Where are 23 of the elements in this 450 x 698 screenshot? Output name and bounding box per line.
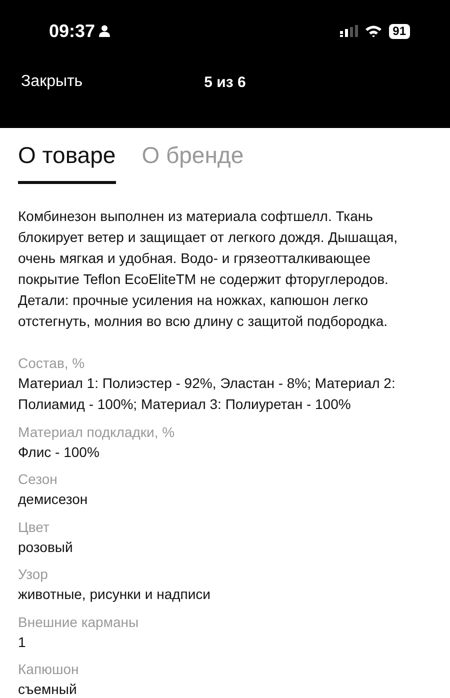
wifi-icon (364, 25, 382, 37)
attribute-label: Капюшон (18, 660, 80, 679)
attribute-value: животные, рисунки и надписи (18, 585, 212, 604)
page-counter: 5 из 6 (204, 74, 246, 90)
attribute-value: Материал 1: Полиэстер - 92%, Эластан - 8%; Материал 2: Полиамид - 100%; Материал 3: Полиуретан - 100% (18, 374, 396, 414)
battery-indicator: 91 (388, 24, 410, 38)
attribute-value: Флис - 100% (18, 442, 100, 462)
attribute-label: Внешние карманы (18, 612, 140, 632)
attribute-label: Сезон (18, 470, 58, 489)
attribute-label: Цвет (18, 518, 50, 536)
description-text: Комбинезон выполнен из материала софтшелл. Ткань блокирует ветер и защищает от легкого дождя. Дышащая, очень мягкая и удобная. Водо- и грязеотталкивающее покрытие Teflon EcoEliteTM не содержит фторуглеродов. Детали: прочные усиления на ножках, капюшон легко отстегнуть, молния во всю длину с защитой подбородка. (18, 207, 398, 331)
close-button[interactable]: Закрыть (21, 73, 83, 91)
attribute-label: Узор (18, 565, 49, 584)
attribute-label: Материал подкладки, % (18, 422, 176, 442)
status-time: 09:37 (49, 20, 96, 42)
attribute-value: демисезон (18, 490, 89, 509)
attribute-value: съемный (18, 680, 78, 698)
attribute-value: 1 (18, 632, 27, 652)
person-icon (99, 25, 110, 37)
attribute-value: розовый (18, 538, 74, 557)
signal-icon (340, 25, 358, 37)
attribute-label: Состав, % (18, 354, 86, 373)
tab[interactable]: О товаре (18, 142, 116, 184)
